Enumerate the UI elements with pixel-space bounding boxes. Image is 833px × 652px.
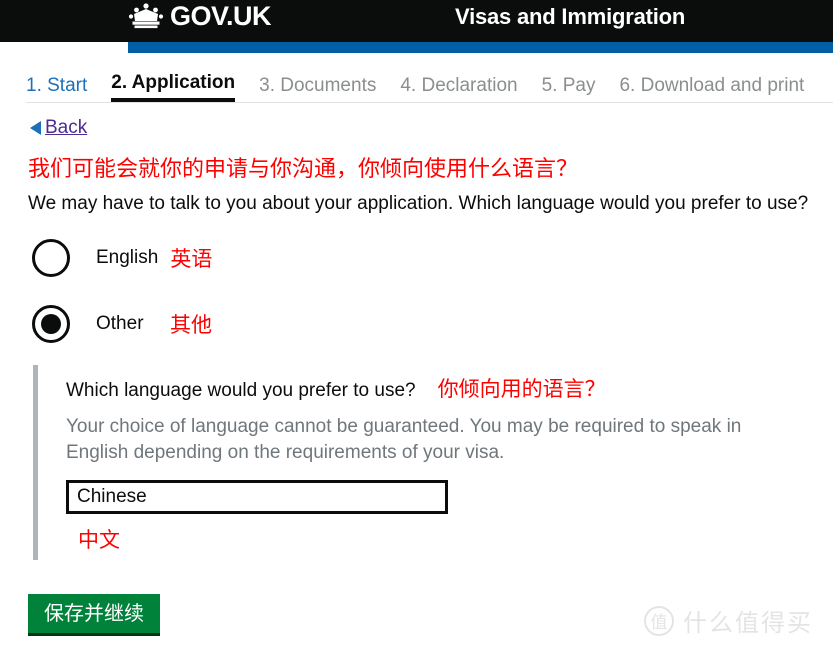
panel-label-row: Which language would you prefer to use? … bbox=[66, 373, 833, 403]
watermark-text: 什么值得买 bbox=[683, 610, 813, 637]
accent-bar-blue bbox=[128, 42, 833, 53]
radio-english-label-chinese: 英语 bbox=[170, 247, 213, 271]
step-nav-divider bbox=[26, 102, 833, 103]
govuk-brand[interactable]: GOV.UK bbox=[128, 0, 272, 31]
language-text-input[interactable] bbox=[66, 479, 448, 514]
step-5-pay[interactable]: 5. Pay bbox=[542, 75, 596, 103]
save-and-continue-button[interactable]: 保存并继续 bbox=[28, 593, 160, 636]
panel-label-english: Which language would you prefer to use? bbox=[66, 379, 416, 401]
radio-other-label: Other bbox=[96, 312, 144, 334]
input-note-chinese: 中文 bbox=[78, 528, 120, 552]
language-radio-group: English 英语 Other 其他 bbox=[32, 233, 833, 349]
step-2-application[interactable]: 2. Application bbox=[111, 72, 236, 103]
radio-english-label: English bbox=[96, 246, 159, 268]
panel-hint-text: Your choice of language cannot be guaran… bbox=[66, 415, 742, 463]
crown-icon bbox=[128, 3, 164, 29]
site-header: GOV.UK Visas and Immigration bbox=[0, 0, 833, 42]
radio-option-other[interactable]: Other 其他 bbox=[32, 299, 833, 349]
question-heading-english: We may have to talk to you about your ap… bbox=[28, 192, 809, 214]
step-1-start[interactable]: 1. Start bbox=[26, 75, 87, 103]
radio-option-english[interactable]: English 英语 bbox=[32, 233, 833, 283]
step-4-declaration[interactable]: 4. Declaration bbox=[400, 75, 517, 103]
header-accent-bar bbox=[0, 42, 833, 53]
step-navigation: 1. Start 2. Application 3. Documents 4. … bbox=[0, 65, 833, 103]
back-link[interactable]: Back bbox=[30, 117, 833, 139]
govuk-logotype-text: GOV.UK bbox=[170, 0, 272, 31]
radio-other-dot bbox=[41, 313, 61, 334]
radio-english-control[interactable] bbox=[32, 238, 70, 277]
step-3-documents[interactable]: 3. Documents bbox=[259, 75, 376, 103]
step-6-download-and-print[interactable]: 6. Download and print bbox=[619, 75, 804, 103]
radio-other-label-chinese: 其他 bbox=[170, 313, 212, 337]
conditional-language-panel: Which language would you prefer to use? … bbox=[33, 364, 833, 560]
radio-other-control[interactable] bbox=[32, 304, 70, 343]
radio-english-dot bbox=[41, 248, 61, 268]
watermark: 值 什么值得买 bbox=[644, 603, 813, 638]
service-name: Visas and Immigration bbox=[455, 4, 686, 29]
back-link-label: Back bbox=[45, 117, 88, 138]
watermark-logo-icon: 值 bbox=[644, 605, 674, 636]
panel-label-chinese: 你倾向用的语言？ bbox=[437, 377, 606, 401]
triangle-left-icon bbox=[30, 121, 41, 135]
accent-bar-spacer bbox=[0, 42, 128, 53]
question-heading-chinese: 我们可能会就你的申请与你沟通，你倾向使用什么语言？ bbox=[28, 156, 579, 181]
